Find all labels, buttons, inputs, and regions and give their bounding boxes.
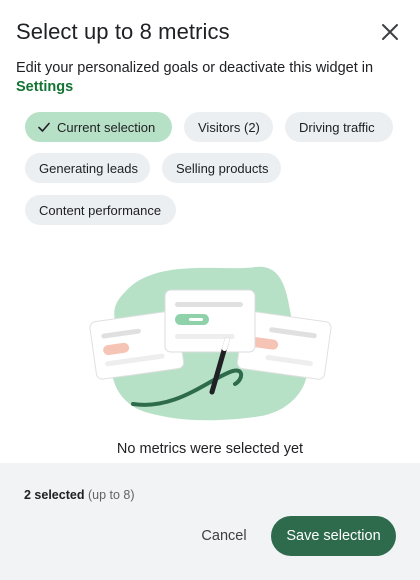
- check-icon: [36, 119, 52, 135]
- dialog-title: Select up to 8 metrics: [16, 19, 230, 44]
- close-icon: [382, 24, 398, 40]
- chip-content-performance[interactable]: Content performance: [25, 195, 176, 225]
- dialog-footer: 2 selected (up to 8) Cancel Save selecti…: [0, 463, 420, 580]
- chip-driving-traffic[interactable]: Driving traffic: [285, 112, 393, 142]
- cancel-button[interactable]: Cancel: [187, 516, 261, 556]
- dialog-subtitle: Edit your personalized goals or deactiva…: [16, 59, 404, 97]
- save-selection-button[interactable]: Save selection: [271, 516, 396, 556]
- empty-state-message: No metrics were selected yet: [116, 441, 304, 457]
- chip-label: Selling products: [176, 160, 269, 176]
- empty-state-illustration: [85, 262, 335, 427]
- chip-current-selection[interactable]: Current selection: [25, 112, 172, 142]
- chip-generating-leads[interactable]: Generating leads: [25, 153, 150, 183]
- metrics-dialog: Select up to 8 metrics Edit your persona…: [0, 0, 420, 580]
- chip-label: Visitors (2): [198, 119, 260, 135]
- chip-selling-products[interactable]: Selling products: [162, 153, 281, 183]
- chip-label: Generating leads: [39, 160, 139, 176]
- chip-label: Driving traffic: [299, 119, 375, 135]
- close-button[interactable]: [378, 20, 402, 44]
- chip-label: Content performance: [39, 202, 162, 218]
- selected-count: 2 selected: [24, 488, 85, 502]
- selection-limit: (up to 8): [87, 488, 135, 502]
- chip-label: Current selection: [57, 119, 156, 135]
- selection-count: 2 selected (up to 8): [24, 488, 135, 502]
- settings-link[interactable]: Settings: [16, 78, 404, 97]
- subtitle-text: Edit your personalized goals or deactiva…: [16, 60, 374, 76]
- chip-visitors[interactable]: Visitors (2): [184, 112, 273, 142]
